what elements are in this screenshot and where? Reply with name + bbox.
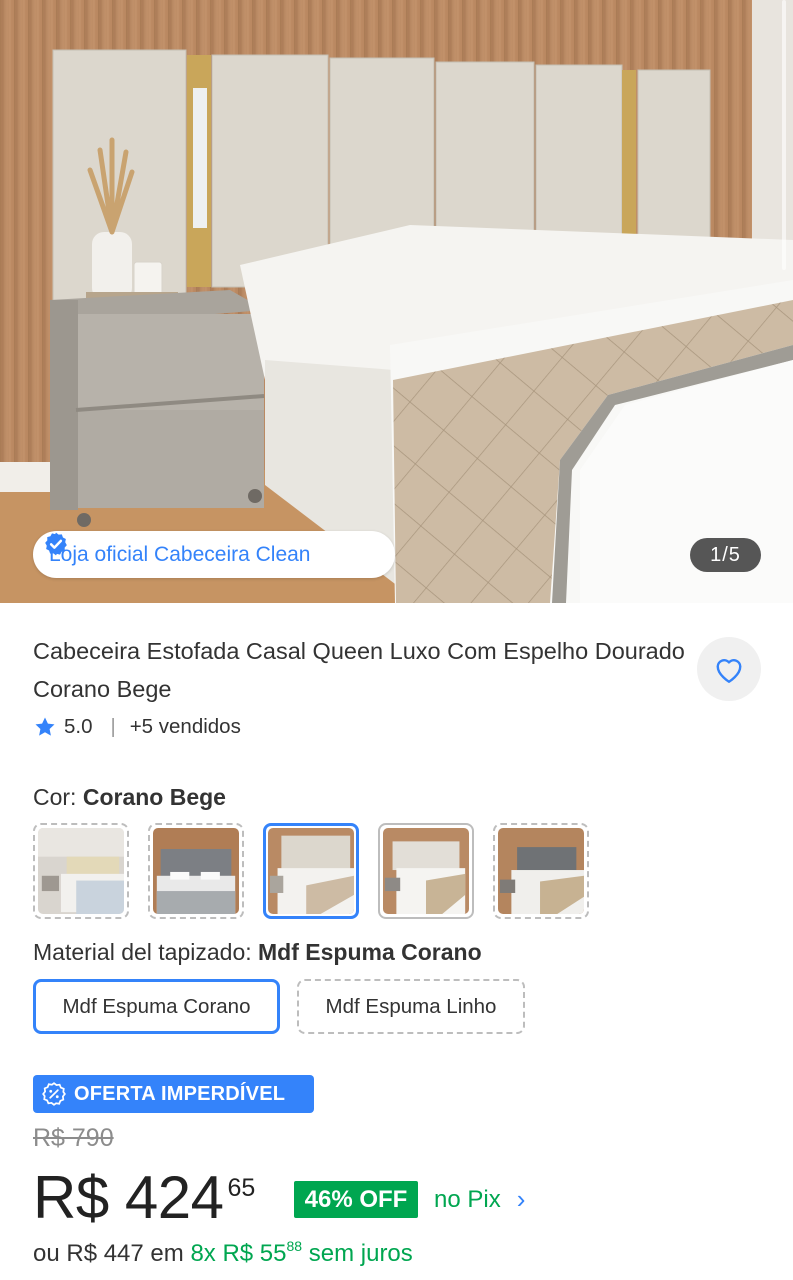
star-icon xyxy=(35,717,55,736)
color-thumbnail-1[interactable] xyxy=(33,823,129,919)
installments-plan: 8x R$ 5588 xyxy=(190,1238,303,1267)
product-photo xyxy=(0,0,793,603)
thumbnail-image xyxy=(383,828,469,914)
color-label-prefix: Cor: xyxy=(33,784,77,810)
price-cents: 65 xyxy=(227,1174,256,1202)
chevron-right-icon: › xyxy=(516,1184,526,1214)
installments-info[interactable]: ou R$ 447 em 8x R$ 5588 sem juros xyxy=(33,1238,413,1268)
thumbnail-image xyxy=(38,828,124,914)
material-label-prefix: Material del tapizado: xyxy=(33,939,252,965)
installments-prefix: ou R$ 447 em xyxy=(33,1240,184,1267)
verified-icon xyxy=(45,532,67,556)
official-store-badge[interactable]: Loja oficial Cabeceira Clean xyxy=(33,531,395,578)
color-thumbnail-4[interactable] xyxy=(378,823,474,919)
rating-row[interactable]: 5.0 | +5 vendidos xyxy=(33,712,241,742)
discount-seal-icon xyxy=(42,1082,66,1106)
offer-badge-label: OFERTA IMPERDÍVEL xyxy=(74,1082,286,1105)
thumbnail-image xyxy=(498,828,584,914)
material-option-linho[interactable]: Mdf Espuma Linho xyxy=(297,979,525,1034)
installments-cents: 88 xyxy=(286,1238,303,1254)
sold-count: +5 vendidos xyxy=(129,715,241,738)
thumbnail-image xyxy=(268,828,354,914)
offer-badge: OFERTA IMPERDÍVEL xyxy=(33,1075,314,1113)
original-price: R$ 790 xyxy=(33,1124,114,1152)
material-option-corano[interactable]: Mdf Espuma Corano xyxy=(33,979,280,1034)
rating-value: 5.0 xyxy=(64,715,93,738)
product-title: Cabeceira Estofada Casal Queen Luxo Com … xyxy=(33,638,685,702)
thumbnail-image xyxy=(153,828,239,914)
color-thumbnail-3[interactable] xyxy=(263,823,359,919)
color-thumbnail-2[interactable] xyxy=(148,823,244,919)
heart-icon xyxy=(716,659,742,683)
image-counter: 1/5 xyxy=(690,538,761,572)
discount-badge: 46% OFF xyxy=(294,1181,418,1218)
color-thumbnail-5[interactable] xyxy=(493,823,589,919)
pix-label: no Pix xyxy=(434,1185,501,1213)
color-thumbnails xyxy=(33,823,589,919)
selected-color: Corano Bege xyxy=(82,784,226,810)
favorite-button[interactable] xyxy=(697,637,761,701)
selected-material: Mdf Espuma Corano xyxy=(258,939,482,965)
price-main: R$ 424 xyxy=(33,1164,224,1231)
installments-amount: 8x R$ 55 xyxy=(190,1240,287,1267)
material-label: Material del tapizado: Mdf Espuma Corano xyxy=(33,939,482,966)
color-label: Cor: Corano Bege xyxy=(33,784,226,811)
store-badge-label: Loja oficial Cabeceira Clean xyxy=(49,542,311,566)
installments-suffix: sem juros xyxy=(308,1240,413,1267)
current-price: R$ 424 65 xyxy=(33,1163,255,1233)
rating-divider: | xyxy=(110,715,116,738)
product-image-gallery[interactable]: Loja oficial Cabeceira Clean 1/5 xyxy=(0,0,793,603)
pix-link[interactable]: no Pix › xyxy=(434,1184,525,1215)
